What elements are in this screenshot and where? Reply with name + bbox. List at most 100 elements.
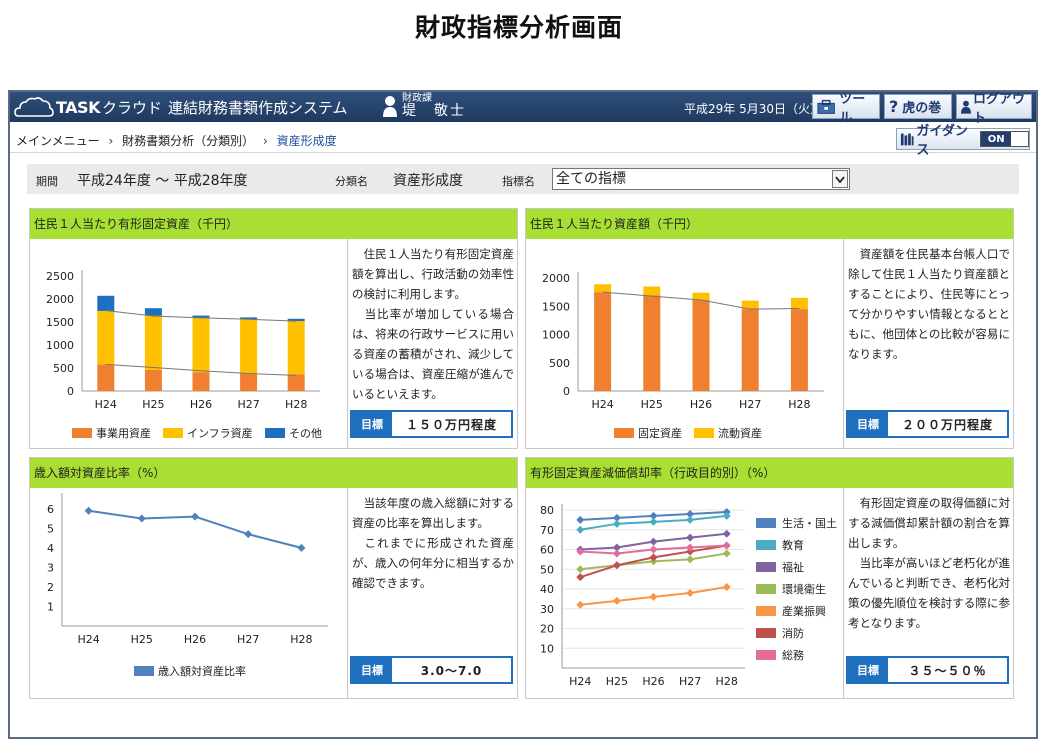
legend-label: 総務 bbox=[782, 648, 804, 662]
panel-fixed-assets-per-capita: 住民１人当たり有形固定資産（千円） 0 500 1000 1500 2000 2500 H2… bbox=[29, 208, 518, 449]
data-point bbox=[576, 600, 585, 609]
y-tick-label: 5 bbox=[47, 522, 54, 535]
panel-title: 有形固定資産減価償却率（行政目的別）（%） bbox=[526, 458, 1013, 488]
chevron-right-icon: › bbox=[262, 134, 268, 148]
legend-label: 固定資産 bbox=[638, 426, 682, 440]
logo-cloud-text: クラウド bbox=[101, 98, 162, 117]
breadcrumb-analysis[interactable]: 財務書類分析（分類別） bbox=[122, 134, 254, 148]
x-tick-label: H27 bbox=[679, 675, 701, 688]
target-label: 目標 bbox=[848, 412, 888, 436]
indicator-select[interactable]: 全ての指標 bbox=[552, 168, 850, 190]
legend-swatch bbox=[265, 428, 285, 438]
x-tick-label: H24 bbox=[591, 398, 613, 411]
data-point bbox=[576, 565, 585, 574]
logout-label: ログアウト bbox=[972, 91, 1025, 126]
y-tick-label: 3 bbox=[47, 561, 54, 574]
target-value: １５０万円程度 bbox=[405, 417, 497, 432]
bar bbox=[692, 300, 710, 391]
legend-label: 教育 bbox=[782, 538, 804, 552]
bar bbox=[192, 372, 210, 391]
y-tick-label: 1000 bbox=[542, 329, 570, 342]
y-tick-label: 20 bbox=[540, 623, 554, 636]
data-point bbox=[649, 517, 658, 526]
y-tick-label: 2 bbox=[47, 581, 54, 594]
legend-label: 事業用資産 bbox=[96, 427, 151, 440]
tool-button[interactable]: ツール bbox=[812, 92, 880, 126]
chart-depreciation-rate: 10 20 30 40 50 60 70 80 H24 H25 H26 H27 H28 生活・国土教育福祉… bbox=[540, 504, 837, 688]
legend-swatch bbox=[756, 606, 776, 616]
legend-swatch bbox=[72, 428, 92, 438]
data-point bbox=[722, 541, 731, 550]
help-button[interactable]: ? 虎の巻 bbox=[884, 94, 952, 119]
question-icon: ? bbox=[889, 97, 899, 116]
target-box: 目標 ２００万円程度 bbox=[846, 410, 1009, 438]
panel-assets-per-capita: 住民１人当たり資産額（千円） 0 500 1000 1500 2000 H24 H25 H26… bbox=[525, 208, 1014, 449]
guidance-state: ON bbox=[981, 132, 1012, 146]
bar bbox=[741, 309, 759, 391]
legend-swatch bbox=[134, 666, 154, 676]
data-point bbox=[686, 555, 695, 564]
y-tick-label: 4 bbox=[47, 542, 54, 555]
period-label: 期間 bbox=[36, 175, 58, 188]
y-tick-label: 0 bbox=[67, 385, 74, 398]
guidance-off-area bbox=[1011, 132, 1029, 146]
breadcrumb: メインメニュー › 財務書類分析（分類別） › 資産形成度 bbox=[16, 132, 337, 149]
y-tick-label: 2000 bbox=[542, 272, 570, 285]
breadcrumb-current: 資産形成度 bbox=[276, 134, 337, 148]
y-tick-label: 6 bbox=[47, 503, 54, 516]
user-info: 財政課 堤 敬士 bbox=[382, 93, 466, 119]
breadcrumb-main-menu[interactable]: メインメニュー bbox=[16, 134, 100, 148]
x-tick-label: H25 bbox=[641, 398, 663, 411]
target-label: 目標 bbox=[848, 658, 888, 682]
x-tick-label: H24 bbox=[95, 398, 117, 411]
data-point bbox=[84, 506, 93, 515]
bar bbox=[240, 373, 258, 391]
x-tick-label: H26 bbox=[190, 398, 212, 411]
bar bbox=[97, 295, 115, 311]
x-tick-label: H24 bbox=[77, 633, 99, 646]
indicator-selected: 全ての指標 bbox=[556, 171, 626, 187]
system-name: 連結財務書類作成システム bbox=[168, 99, 348, 117]
x-tick-label: H25 bbox=[142, 398, 164, 411]
data-point bbox=[137, 514, 146, 523]
panel-depreciation-rate: 有形固定資産減価償却率（行政目的別）（%） 10 20 30 40 50 60 70 80 H2… bbox=[525, 457, 1014, 699]
logout-button[interactable]: ログアウト bbox=[956, 92, 1032, 126]
x-tick-label: H26 bbox=[642, 675, 664, 688]
y-tick-label: 30 bbox=[540, 603, 554, 616]
legend-swatch bbox=[756, 562, 776, 572]
y-tick-label: 2000 bbox=[46, 293, 74, 306]
bar bbox=[643, 295, 661, 391]
x-tick-label: H26 bbox=[184, 633, 206, 646]
data-point bbox=[722, 549, 731, 558]
target-box: 目標 ３５～５０％ bbox=[846, 656, 1009, 684]
data-point bbox=[244, 530, 253, 539]
logo-task: TASK bbox=[56, 97, 100, 117]
target-value: 3.0～7.0 bbox=[420, 663, 483, 678]
legend-label: 消防 bbox=[782, 626, 804, 640]
panel-description: 資産額を住民基本台帳人口で除して住民１人当たり資産額とすることにより、住民等にと… bbox=[848, 247, 1010, 361]
bar bbox=[287, 374, 305, 391]
data-point bbox=[722, 529, 731, 538]
y-tick-label: 1500 bbox=[542, 300, 570, 313]
legend-label: 歳入額対資産比率 bbox=[158, 664, 246, 678]
chevron-right-icon: › bbox=[108, 134, 114, 148]
x-tick-label: H28 bbox=[290, 633, 312, 646]
books-icon bbox=[900, 133, 914, 146]
guidance-toggle[interactable]: ガイダンス ON bbox=[896, 124, 1030, 158]
bar bbox=[144, 315, 162, 370]
y-tick-label: 1000 bbox=[46, 339, 74, 352]
legend-label: インフラ資産 bbox=[187, 427, 253, 440]
y-tick-label: 60 bbox=[540, 544, 554, 557]
bar bbox=[97, 364, 115, 391]
data-point bbox=[686, 533, 695, 542]
data-point bbox=[686, 588, 695, 597]
bar bbox=[240, 319, 258, 374]
category-label: 分類名 bbox=[335, 175, 368, 188]
data-point bbox=[686, 515, 695, 524]
legend-label: 流動資産 bbox=[718, 426, 762, 440]
data-point bbox=[612, 549, 621, 558]
guidance-switch[interactable]: ON bbox=[980, 131, 1030, 147]
cloud-icon bbox=[14, 97, 54, 117]
legend-swatch bbox=[694, 428, 714, 438]
user-name: 堤 敬士 bbox=[402, 103, 466, 119]
